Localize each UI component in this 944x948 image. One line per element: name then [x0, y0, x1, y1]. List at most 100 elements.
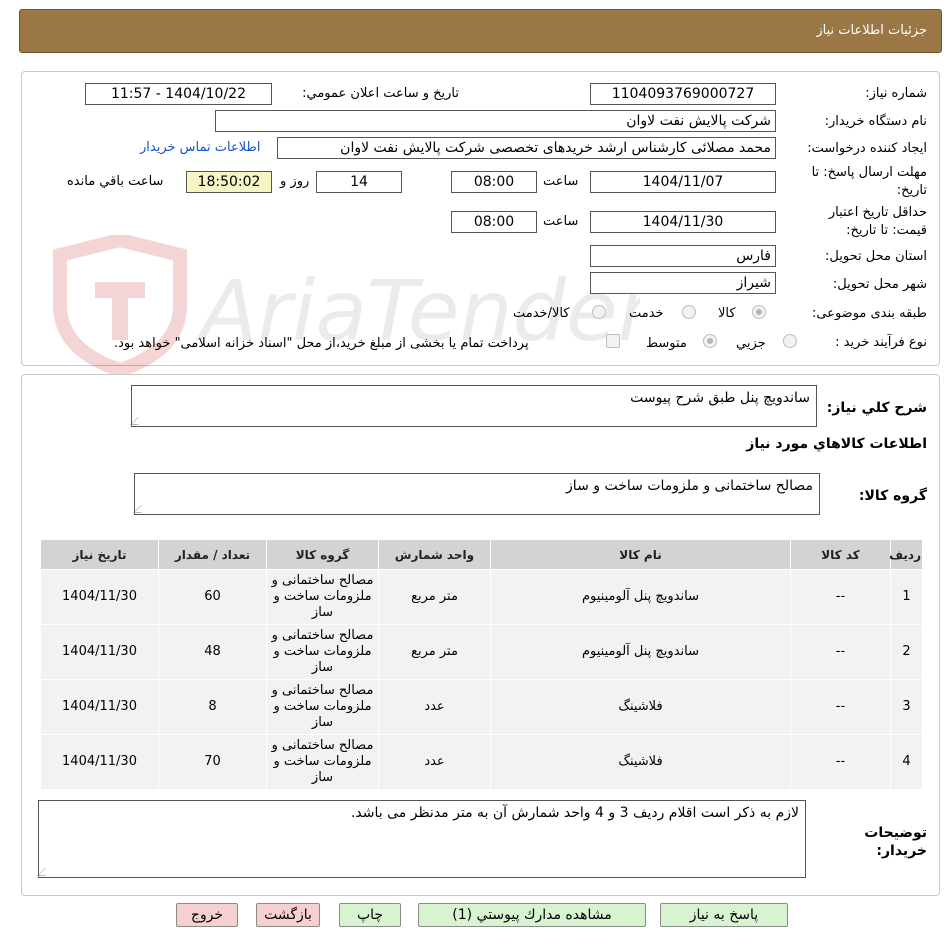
province-label: استان محل تحويل:: [825, 249, 927, 264]
col-header-group: گروه کالا: [266, 539, 379, 570]
buyer-notes-label: توضيحات خريدار:: [864, 825, 927, 859]
table-row: 2 -- ساندویچ پنل آلومینیوم متر مربع مصال…: [40, 624, 923, 680]
col-header-row-number: رديف: [889, 539, 923, 570]
deadline-time-label: ساعت: [543, 174, 579, 189]
cell-group: مصالح ساختمانی و ملزومات ساخت و ساز: [266, 679, 379, 735]
cell-date: 1404/11/30: [40, 624, 159, 680]
city-field: شیراز: [590, 272, 776, 294]
cell-code: --: [790, 679, 891, 735]
cell-date: 1404/11/30: [40, 734, 159, 790]
process-label: نوع فرآيند خريد :: [835, 335, 927, 350]
cell-code: --: [790, 624, 891, 680]
table-row: 3 -- فلاشینگ عدد مصالح ساختمانی و ملزوما…: [40, 679, 923, 735]
validity-label: حداقل تاريخ اعتبار قيمت: تا تاريخ:: [828, 205, 927, 238]
buyer-notes-textarea[interactable]: لازم به ذکر است اقلام ردیف 3 و 4 واحد شم…: [37, 800, 806, 878]
buyer-contact-link[interactable]: اطلاعات تماس خريدار: [140, 140, 260, 155]
days-field: 14: [316, 171, 402, 193]
resize-grip-icon: [130, 417, 146, 425]
process-radio-medium[interactable]: [703, 334, 717, 348]
category-option-goods-service: کالا/خدمت: [513, 306, 570, 321]
cell-quantity: 48: [158, 624, 267, 680]
announce-label: تاریخ و ساعت اعلان عمومي:: [302, 86, 459, 101]
watermark-logo: AriaTender.net: [53, 235, 640, 375]
days-label: روز و: [280, 174, 310, 189]
requester-label: ايجاد کننده درخواست:: [807, 141, 927, 156]
deadline-date-field: 1404/11/07: [590, 171, 776, 193]
cell-date: 1404/11/30: [40, 679, 159, 735]
category-radio-goods-service[interactable]: [592, 305, 606, 319]
category-option-goods: کالا: [718, 306, 736, 321]
summary-label: شرح کلي نياز:: [826, 400, 927, 416]
cell-name: فلاشینگ: [490, 734, 791, 790]
goods-table: رديف کد کالا نام کالا واحد شمارش گروه کا…: [40, 539, 923, 790]
goods-group-label: گروه کالا:: [858, 488, 927, 504]
page-title: جزئیات اطلاعات نیاز: [816, 23, 927, 38]
treasury-checkbox[interactable]: [606, 334, 620, 348]
cell-unit: عدد: [378, 734, 491, 790]
goods-group-textarea[interactable]: مصالح ساختمانی و ملزومات ساخت و ساز: [133, 473, 820, 515]
resize-grip-icon: [133, 505, 149, 513]
deadline-label: مهلت ارسال پاسخ: تا تاريخ:: [811, 165, 927, 198]
remaining-time-field: 18:50:02: [186, 171, 272, 193]
table-row: 1 -- ساندویچ پنل آلومینیوم متر مربع مصال…: [40, 569, 923, 625]
col-header-unit: واحد شمارش: [378, 539, 491, 570]
cell-name: فلاشینگ: [490, 679, 791, 735]
cell-date: 1404/11/30: [40, 569, 159, 625]
back-button[interactable]: بازگشت: [256, 903, 320, 927]
goods-group-text: مصالح ساختمانی و ملزومات ساخت و ساز: [566, 478, 813, 494]
category-option-service: خدمت: [629, 306, 664, 321]
need-number-field: 1104093769000727: [590, 83, 776, 105]
table-row: 4 -- فلاشینگ عدد مصالح ساختمانی و ملزوما…: [40, 734, 923, 790]
category-label: طبقه بندی موضوعی:: [811, 306, 927, 321]
requester-field: محمد مصلائی کارشناس ارشد خریدهای تخصصی ش…: [277, 137, 776, 159]
buyer-org-field: شرکت پالایش نفت لاوان: [215, 110, 776, 132]
process-option-minor: جزيي: [736, 336, 766, 351]
col-header-name: نام کالا: [490, 539, 791, 570]
cell-quantity: 70: [158, 734, 267, 790]
cell-code: --: [790, 569, 891, 625]
cell-name: ساندویچ پنل آلومینیوم: [490, 624, 791, 680]
table-header-row: رديف کد کالا نام کالا واحد شمارش گروه کا…: [40, 539, 923, 570]
validity-time-field: 08:00: [451, 211, 537, 233]
cell-row-number: 4: [890, 734, 923, 790]
cell-quantity: 8: [158, 679, 267, 735]
buyer-notes-text: لازم به ذکر است اقلام ردیف 3 و 4 واحد شم…: [350, 805, 799, 821]
col-header-code: کد کالا: [790, 539, 891, 570]
cell-unit: متر مربع: [378, 569, 491, 625]
category-radio-service[interactable]: [682, 305, 696, 319]
process-option-medium: متوسط: [646, 336, 687, 351]
remaining-label: ساعت باقي مانده: [67, 174, 164, 189]
validity-date-field: 1404/11/30: [590, 211, 776, 233]
print-button[interactable]: چاپ: [339, 903, 401, 927]
validity-time-label: ساعت: [543, 214, 579, 229]
cell-row-number: 1: [890, 569, 923, 625]
exit-button[interactable]: خروج: [176, 903, 238, 927]
cell-group: مصالح ساختمانی و ملزومات ساخت و ساز: [266, 569, 379, 625]
attachments-button[interactable]: مشاهده مدارك پيوستي (1): [418, 903, 646, 927]
col-header-quantity: تعداد / مقدار: [158, 539, 267, 570]
reply-button[interactable]: پاسخ به نياز: [660, 903, 788, 927]
deadline-time-field: 08:00: [451, 171, 537, 193]
summary-text: ساندویچ پنل طبق شرح پیوست: [630, 390, 810, 406]
cell-row-number: 2: [890, 624, 923, 680]
process-radio-minor[interactable]: [783, 334, 797, 348]
cell-group: مصالح ساختمانی و ملزومات ساخت و ساز: [266, 734, 379, 790]
category-radio-goods[interactable]: [752, 305, 766, 319]
need-number-label: شماره نیاز:: [865, 86, 927, 101]
province-field: فارس: [590, 245, 776, 267]
resize-grip-icon: [37, 868, 53, 876]
cell-unit: عدد: [378, 679, 491, 735]
cell-row-number: 3: [890, 679, 923, 735]
cell-group: مصالح ساختمانی و ملزومات ساخت و ساز: [266, 624, 379, 680]
cell-unit: متر مربع: [378, 624, 491, 680]
buyer-org-label: نام دستگاه خريدار:: [824, 114, 927, 129]
cell-name: ساندویچ پنل آلومینیوم: [490, 569, 791, 625]
cell-quantity: 60: [158, 569, 267, 625]
col-header-date: تاريخ نياز: [40, 539, 159, 570]
city-label: شهر محل تحويل:: [832, 277, 927, 292]
announce-field: 1404/10/22 - 11:57: [85, 83, 272, 105]
summary-textarea[interactable]: ساندویچ پنل طبق شرح پیوست: [130, 385, 817, 427]
payment-note: پرداخت تمام يا بخشی از مبلغ خريد،از محل …: [114, 336, 529, 351]
page-header: جزئیات اطلاعات نیاز: [19, 9, 942, 53]
goods-section-title: اطلاعات کالاهاي مورد نياز: [746, 436, 927, 452]
